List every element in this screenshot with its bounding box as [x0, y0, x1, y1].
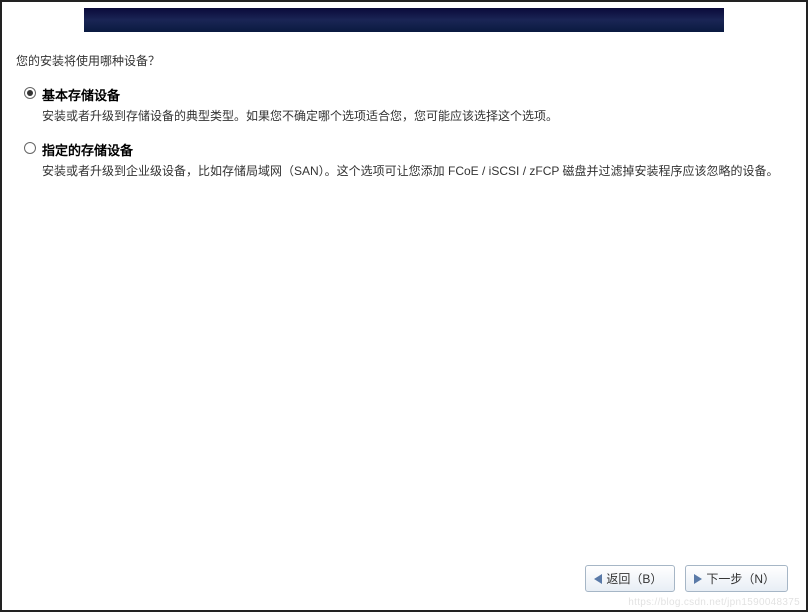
radio-wrap — [18, 140, 42, 154]
arrow-right-icon — [694, 574, 702, 584]
option-title: 指定的存储设备 — [42, 140, 792, 159]
header-banner — [84, 8, 724, 32]
option-body: 指定的存储设备 安装或者升级到企业级设备，比如存储局域网（SAN）。这个选项可让… — [42, 140, 792, 181]
page-question: 您的安装将使用哪种设备？ — [16, 52, 792, 69]
storage-options: 基本存储设备 安装或者升级到存储设备的典型类型。如果您不确定哪个选项适合您，您可… — [18, 85, 792, 181]
option-desc: 安装或者升级到企业级设备，比如存储局域网（SAN）。这个选项可让您添加 FCoE… — [42, 162, 792, 181]
option-title: 基本存储设备 — [42, 85, 792, 104]
option-desc: 安装或者升级到存储设备的典型类型。如果您不确定哪个选项适合您，您可能应该选择这个… — [42, 107, 792, 126]
button-bar: 返回（B） 下一步（N） — [585, 565, 788, 592]
back-button-label: 返回（B） — [606, 570, 662, 587]
watermark: https://blog.csdn.net/jpn1590048375 — [628, 597, 800, 608]
option-specified-storage[interactable]: 指定的存储设备 安装或者升级到企业级设备，比如存储局域网（SAN）。这个选项可让… — [18, 140, 792, 181]
radio-specified-storage[interactable] — [24, 142, 36, 154]
next-button[interactable]: 下一步（N） — [685, 565, 788, 592]
main-content: 您的安装将使用哪种设备？ 基本存储设备 安装或者升级到存储设备的典型类型。如果您… — [16, 52, 792, 195]
option-basic-storage[interactable]: 基本存储设备 安装或者升级到存储设备的典型类型。如果您不确定哪个选项适合您，您可… — [18, 85, 792, 126]
back-button[interactable]: 返回（B） — [585, 565, 675, 592]
option-body: 基本存储设备 安装或者升级到存储设备的典型类型。如果您不确定哪个选项适合您，您可… — [42, 85, 792, 126]
radio-basic-storage[interactable] — [24, 87, 36, 99]
radio-wrap — [18, 85, 42, 99]
arrow-left-icon — [594, 574, 602, 584]
next-button-label: 下一步（N） — [706, 570, 775, 587]
